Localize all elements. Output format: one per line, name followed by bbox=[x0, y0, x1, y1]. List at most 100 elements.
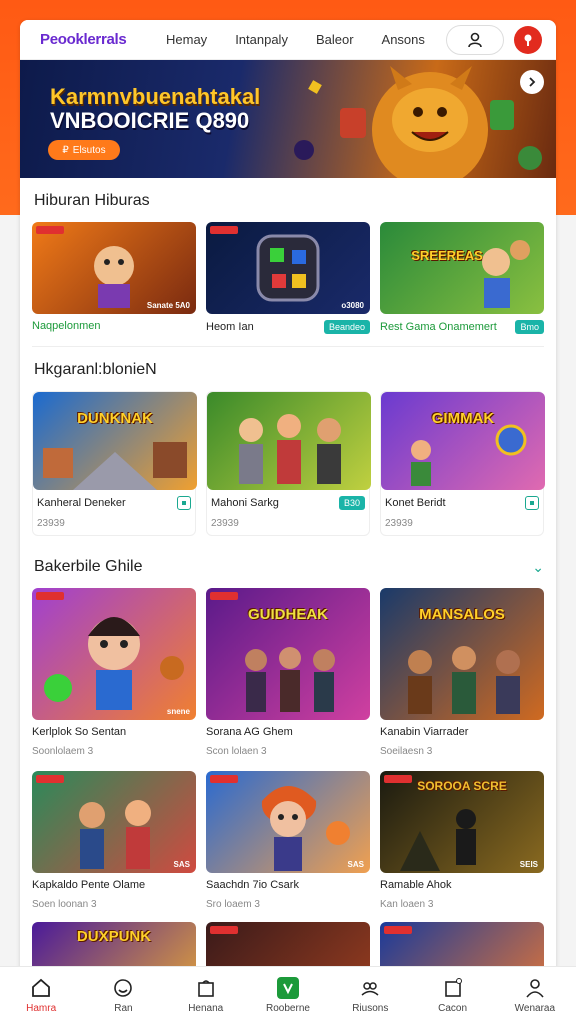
card-row: Sanate 5A0 Naqpelonmen o3080 Heom Ian Be… bbox=[32, 222, 544, 334]
section-title: Hiburan Hiburas bbox=[34, 192, 150, 209]
game-thumbnail: snene bbox=[32, 588, 196, 720]
thumb-corner-label: snene bbox=[166, 707, 190, 716]
card-name: Kerlplok So Sentan bbox=[32, 726, 127, 738]
user-icon bbox=[524, 977, 546, 999]
game-card[interactable]: o3080 Heom Ian Beandeo bbox=[206, 222, 370, 334]
group-art bbox=[245, 647, 335, 712]
character-art bbox=[44, 617, 184, 710]
top-bar: Peooklerrals Hemay Intanpaly Baleor Anso… bbox=[20, 20, 556, 60]
main-nav: Hemay Intanpaly Baleor Ansons bbox=[166, 32, 446, 47]
bottom-nav-rooberne[interactable]: Rooberne bbox=[253, 977, 323, 1014]
card-subtitle: Soen loonan 3 bbox=[32, 899, 97, 910]
game-card[interactable]: MANSALOS Kanabin Viarrader Soeilaesn 3 bbox=[380, 588, 544, 757]
bottom-nav-home[interactable]: Hamra bbox=[6, 977, 76, 1014]
thumb-corner-label: SAS bbox=[347, 860, 364, 869]
game-thumbnail: SAS bbox=[32, 771, 196, 873]
game-thumbnail: Sanate 5A0 bbox=[32, 222, 196, 314]
bottom-nav-label: Riusons bbox=[352, 1003, 389, 1014]
banner-cta-button[interactable]: ₽ Elsutos bbox=[48, 140, 120, 160]
user-search-button[interactable] bbox=[446, 24, 504, 55]
card-row: SAS Kapkaldo Pente Olame Soen loonan 3 S… bbox=[32, 771, 544, 910]
warriors-art bbox=[408, 646, 520, 714]
game-card[interactable]: GIMMAK Konet Beridt 23939 bbox=[380, 391, 545, 536]
hot-tag bbox=[384, 926, 412, 934]
character-art bbox=[261, 786, 350, 871]
card-badge[interactable]: B30 bbox=[338, 496, 365, 510]
game-card[interactable]: SOROOA SCRE SEIS Ramable Ahok Kan loaen … bbox=[380, 771, 544, 910]
add-icon[interactable] bbox=[177, 496, 191, 510]
card-name: Rest Gama Onamemert bbox=[380, 321, 497, 333]
game-card[interactable]: SAS Kapkaldo Pente Olame Soen loonan 3 bbox=[32, 771, 196, 910]
app-frame: Peooklerrals Hemay Intanpaly Baleor Anso… bbox=[20, 20, 556, 1024]
game-card[interactable]: Sanate 5A0 Naqpelonmen bbox=[32, 222, 196, 334]
card-badge[interactable]: Beandeo bbox=[323, 320, 370, 334]
thumb-title: DUXPUNK bbox=[76, 928, 152, 945]
card-subtitle: Scon lolaen 3 bbox=[206, 746, 267, 757]
card-name: Heom Ian bbox=[206, 321, 254, 333]
thumb-corner-label: Sanate 5A0 bbox=[146, 301, 190, 310]
card-name: Naqpelonmen bbox=[32, 320, 101, 332]
card-name: Konet Beridt bbox=[385, 497, 446, 509]
card-subtitle: Kan loaen 3 bbox=[380, 899, 434, 910]
bottom-nav-label: Ran bbox=[114, 1003, 133, 1014]
nav-item-baleor[interactable]: Baleor bbox=[316, 32, 354, 47]
card-name: Kapkaldo Pente Olame bbox=[32, 879, 146, 891]
section-more-games: SAS Kapkaldo Pente Olame Soen loonan 3 S… bbox=[20, 771, 556, 910]
profile-avatar[interactable] bbox=[514, 25, 542, 54]
bottom-nav-label: Wenaraa bbox=[514, 1003, 556, 1014]
card-name: Ramable Ahok bbox=[380, 879, 452, 891]
card-name: Mahoni Sarkg bbox=[211, 497, 279, 509]
game-thumbnail: SREEREAS bbox=[380, 222, 544, 314]
smiley-icon bbox=[112, 977, 134, 999]
card-subtitle: 23939 bbox=[385, 518, 413, 529]
plus-icon bbox=[276, 977, 299, 999]
group-icon bbox=[359, 977, 381, 999]
banner-mascot-illustration bbox=[294, 66, 542, 178]
game-card[interactable]: GUIDHEAK Sorana AG Ghem Scon lolaen 3 bbox=[206, 588, 370, 757]
card-subtitle: Soeilaesn 3 bbox=[380, 746, 433, 757]
nav-item-ansons[interactable]: Ansons bbox=[382, 32, 425, 47]
card-row: snene Kerlplok So Sentan Soonlolaem 3 GU… bbox=[32, 588, 544, 757]
banner-next-button[interactable] bbox=[520, 70, 544, 94]
game-card[interactable]: SREEREAS Rest Gama Onamemert Bmo bbox=[380, 222, 544, 334]
game-thumbnail: SAS bbox=[206, 771, 370, 873]
pin-icon bbox=[524, 34, 532, 46]
bottom-nav-wenaraa[interactable]: Wenaraa bbox=[500, 977, 570, 1014]
card-badge[interactable]: Bmo bbox=[515, 320, 544, 334]
character-art bbox=[482, 240, 530, 308]
home-icon bbox=[30, 977, 52, 999]
person-icon bbox=[468, 32, 482, 47]
section-title: Hkgaranl:blonieN bbox=[34, 361, 157, 378]
game-thumbnail: GUIDHEAK bbox=[206, 588, 370, 720]
bottom-nav: Hamra Ran Henana Rooberne Riusons Cacon … bbox=[0, 966, 576, 1024]
chevron-down-icon[interactable]: ⌄ bbox=[532, 559, 544, 576]
bag-icon bbox=[195, 977, 217, 999]
game-thumbnail bbox=[207, 392, 371, 490]
game-thumbnail: o3080 bbox=[206, 222, 370, 314]
coin-icon: ₽ bbox=[62, 144, 69, 156]
add-icon[interactable] bbox=[525, 496, 539, 510]
thumb-corner-label: o3080 bbox=[341, 301, 364, 310]
game-card[interactable]: DUNKNAK Kanheral Deneker 23939 bbox=[32, 391, 197, 536]
heroes-art bbox=[239, 414, 341, 484]
banner-title: Karmnvbuenahtakal bbox=[50, 84, 261, 109]
bottom-nav-cacon[interactable]: Cacon bbox=[418, 977, 488, 1014]
bottom-nav-ran[interactable]: Ran bbox=[88, 977, 158, 1014]
nav-item-intanpaly[interactable]: Intanpaly bbox=[235, 32, 288, 47]
promo-banner[interactable]: Karmnvbuenahtakal VNBOOICRIE Q890 ₽ Elsu… bbox=[20, 60, 556, 178]
bottom-nav-henana[interactable]: Henana bbox=[171, 977, 241, 1014]
card-name: Kanabin Viarrader bbox=[380, 726, 469, 738]
bottom-nav-label: Hamra bbox=[26, 1003, 57, 1014]
card-subtitle: Sro loaem 3 bbox=[206, 899, 260, 910]
game-card[interactable]: SAS Saachdn 7io Csark Sro loaem 3 bbox=[206, 771, 370, 910]
game-card[interactable]: snene Kerlplok So Sentan Soonlolaem 3 bbox=[32, 588, 196, 757]
nav-item-home[interactable]: Hemay bbox=[166, 32, 207, 47]
character-art bbox=[79, 800, 151, 869]
card-name: Saachdn 7io Csark bbox=[206, 879, 299, 891]
thumb-corner-label: SAS bbox=[173, 860, 190, 869]
game-card[interactable]: Mahoni Sarkg B30 23939 bbox=[206, 391, 371, 536]
logo[interactable]: Peooklerrals bbox=[40, 31, 150, 48]
battle-art bbox=[411, 424, 527, 486]
card-subtitle: Soonlolaem 3 bbox=[32, 746, 94, 757]
bottom-nav-riusons[interactable]: Riusons bbox=[335, 977, 405, 1014]
